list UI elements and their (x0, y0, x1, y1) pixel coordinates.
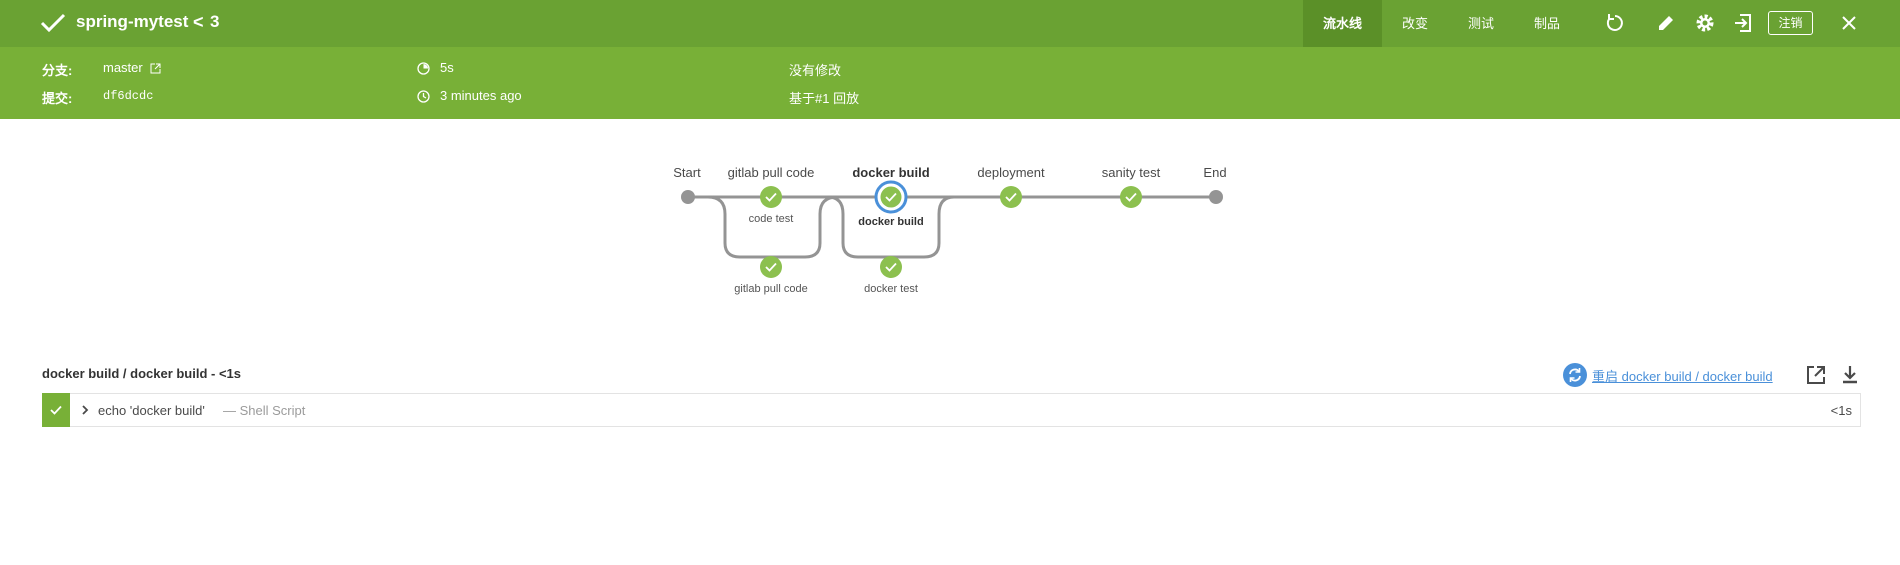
exit-icon[interactable] (1732, 12, 1754, 34)
edit-icon[interactable] (1655, 12, 1677, 34)
node-deployment[interactable] (1000, 186, 1022, 208)
tab-bar: 流水线 改变 测试 制品 (1303, 0, 1580, 47)
time-ago: 3 minutes ago (440, 88, 522, 103)
logout-button[interactable]: 注销 (1768, 11, 1813, 35)
branch-label: 分支: (42, 63, 73, 78)
tab-changes[interactable]: 改变 (1382, 0, 1448, 47)
log-step-row[interactable]: echo 'docker build' — Shell Script <1s (42, 393, 1861, 427)
job-title[interactable]: spring-mytest (76, 11, 188, 33)
step-title: docker build / docker build - <1s (42, 366, 242, 381)
tab-artifacts[interactable]: 制品 (1514, 0, 1580, 47)
stage-label-sanity-test[interactable]: sanity test (1102, 165, 1161, 180)
external-link-icon[interactable] (150, 63, 161, 74)
commit-label: 提交: (42, 91, 73, 106)
pipeline-graph-svg (681, 180, 1223, 278)
settings-icon[interactable] (1694, 12, 1716, 34)
step-type: — Shell Script (223, 403, 306, 418)
sub-label-docker-test[interactable]: docker test (864, 283, 918, 295)
end-node (1209, 190, 1223, 204)
tab-pipeline[interactable]: 流水线 (1303, 0, 1383, 47)
success-check-icon (40, 13, 66, 33)
step-success-icon (50, 405, 62, 415)
step-duration: <1s (1830, 403, 1852, 418)
stage-label-docker-build[interactable]: docker build (852, 165, 929, 180)
node-code-test[interactable] (760, 186, 782, 208)
run-meta-bar: 分支: master 提交: df6dcdc 5s 3 minutes ago … (0, 47, 1900, 119)
node-docker-test[interactable] (880, 256, 902, 278)
chevron-right-icon[interactable] (79, 404, 91, 416)
top-bar: spring-mytest < 3 流水线 改变 测试 制品 注销 (0, 0, 1900, 47)
start-node (681, 190, 695, 204)
node-sanity-test[interactable] (1120, 186, 1142, 208)
duration-value: 5s (440, 60, 454, 75)
pipeline-graph: Start gitlab pull code docker build depl… (0, 119, 1900, 349)
commit-value[interactable]: df6dcdc (103, 89, 153, 103)
tab-tests[interactable]: 测试 (1448, 0, 1514, 47)
download-icon[interactable] (1839, 364, 1861, 386)
run-separator: < (193, 12, 204, 32)
sub-label-gitlab-pull-code[interactable]: gitlab pull code (734, 283, 807, 295)
duration-icon (417, 62, 430, 75)
changes-status: 没有修改 (789, 63, 842, 78)
open-external-icon[interactable] (1805, 364, 1827, 386)
step-status-indicator (42, 393, 70, 427)
restart-icon[interactable] (1563, 363, 1587, 387)
stage-label-gitlab-pull-code[interactable]: gitlab pull code (728, 165, 815, 180)
close-icon[interactable] (1838, 12, 1860, 34)
restart-stage-button[interactable]: 重启 docker build / docker build (1563, 363, 1773, 387)
stage-label-start: Start (673, 165, 701, 180)
sub-label-code-test[interactable]: code test (749, 213, 794, 225)
replay-note: 基于#1 回放 (789, 91, 860, 106)
stage-label-end: End (1203, 165, 1227, 180)
clock-icon (417, 90, 430, 103)
stage-label-deployment[interactable]: deployment (977, 165, 1044, 180)
node-gitlab-pull-code[interactable] (760, 256, 782, 278)
branch-value[interactable]: master (103, 60, 143, 75)
restart-link[interactable]: 重启 docker build / docker build (1592, 366, 1773, 385)
sub-label-docker-build[interactable]: docker build (858, 216, 923, 228)
run-number: 3 (210, 12, 220, 31)
step-command: echo 'docker build' (98, 403, 205, 418)
replay-icon[interactable] (1604, 12, 1626, 34)
node-docker-build[interactable] (874, 180, 908, 214)
